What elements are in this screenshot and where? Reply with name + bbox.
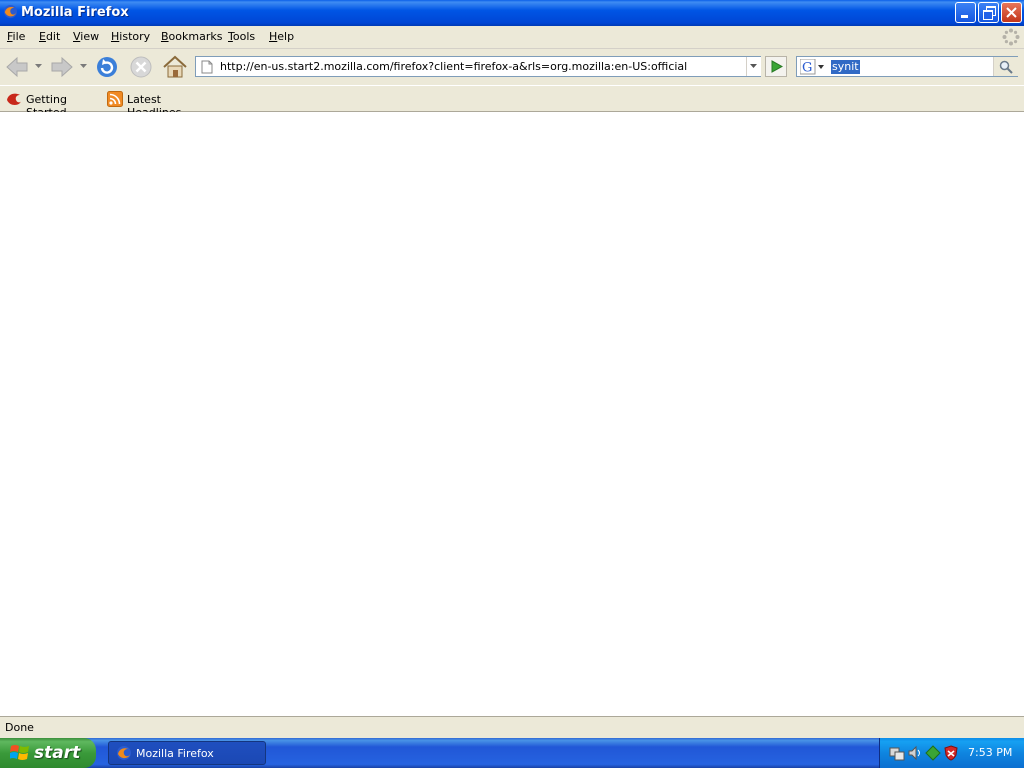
- url-history-dropdown[interactable]: [746, 57, 761, 76]
- back-arrow-icon[interactable]: [5, 56, 29, 78]
- go-button[interactable]: [765, 56, 787, 77]
- address-bar[interactable]: http://en-us.start2.mozilla.com/firefox?…: [195, 56, 761, 77]
- rss-feed-icon: [107, 91, 123, 107]
- go-arrow-icon: [771, 60, 783, 73]
- close-icon: [1006, 7, 1017, 18]
- window-title: Mozilla Firefox: [21, 5, 129, 20]
- network-icon[interactable]: [889, 745, 905, 761]
- menu-file[interactable]: File: [7, 30, 25, 43]
- bookmarks-toolbar: Getting Started Latest Headlines: [0, 86, 1024, 119]
- menu-bookmarks[interactable]: Bookmarks: [161, 30, 222, 43]
- taskbar-item-label: Mozilla Firefox: [136, 747, 214, 760]
- firefox-icon: [117, 746, 131, 760]
- menu-history[interactable]: History: [111, 30, 150, 43]
- search-input[interactable]: synit: [831, 60, 860, 74]
- magnifier-icon: [999, 60, 1013, 74]
- shield-icon[interactable]: [943, 745, 959, 761]
- stop-icon[interactable]: [129, 55, 153, 79]
- forward-dropdown-icon[interactable]: [80, 64, 88, 70]
- security-center-icon[interactable]: [925, 745, 941, 761]
- reload-icon[interactable]: [95, 55, 119, 79]
- google-g-icon: G: [800, 59, 816, 75]
- search-bar[interactable]: G synit: [796, 56, 1018, 77]
- clock[interactable]: 7:53 PM: [968, 746, 1012, 759]
- close-button[interactable]: [1001, 2, 1022, 23]
- firefox-icon: [3, 4, 18, 19]
- windows-logo-icon: [10, 745, 29, 760]
- restore-button[interactable]: [978, 2, 999, 23]
- search-engine-selector[interactable]: G: [799, 59, 825, 75]
- taskbar-firefox-button[interactable]: Mozilla Firefox: [108, 741, 266, 765]
- minimize-button[interactable]: [955, 2, 976, 23]
- title-bar[interactable]: Mozilla Firefox: [0, 0, 1024, 26]
- page-content[interactable]: [0, 112, 1024, 716]
- menu-edit[interactable]: Edit: [39, 30, 60, 43]
- url-text[interactable]: http://en-us.start2.mozilla.com/firefox?…: [220, 60, 687, 73]
- menu-tools[interactable]: Tools: [228, 30, 255, 43]
- firefox-bookmark-icon: [7, 93, 21, 105]
- bookmark-latest-headlines[interactable]: Latest Headlines: [106, 90, 210, 119]
- status-bar: Done: [0, 716, 1024, 739]
- start-label[interactable]: start: [34, 743, 80, 763]
- bookmark-getting-started[interactable]: Getting Started: [5, 90, 103, 119]
- menu-help[interactable]: Help: [269, 30, 294, 43]
- status-text: Done: [5, 721, 34, 734]
- svg-text:G: G: [802, 61, 812, 76]
- page-icon: [201, 60, 213, 74]
- speaker-icon[interactable]: [907, 745, 923, 761]
- forward-arrow-icon[interactable]: [50, 56, 74, 78]
- chevron-down-icon: [818, 65, 824, 69]
- system-tray: 7:53 PM: [879, 738, 1024, 768]
- menu-view[interactable]: View: [73, 30, 99, 43]
- chevron-down-icon: [750, 64, 757, 68]
- search-button[interactable]: [993, 57, 1018, 76]
- home-icon[interactable]: [162, 54, 188, 80]
- back-dropdown-icon[interactable]: [35, 64, 43, 70]
- throbber-icon: [1002, 28, 1020, 46]
- menu-bar: File Edit View History Bookmarks Tools H…: [0, 26, 1024, 49]
